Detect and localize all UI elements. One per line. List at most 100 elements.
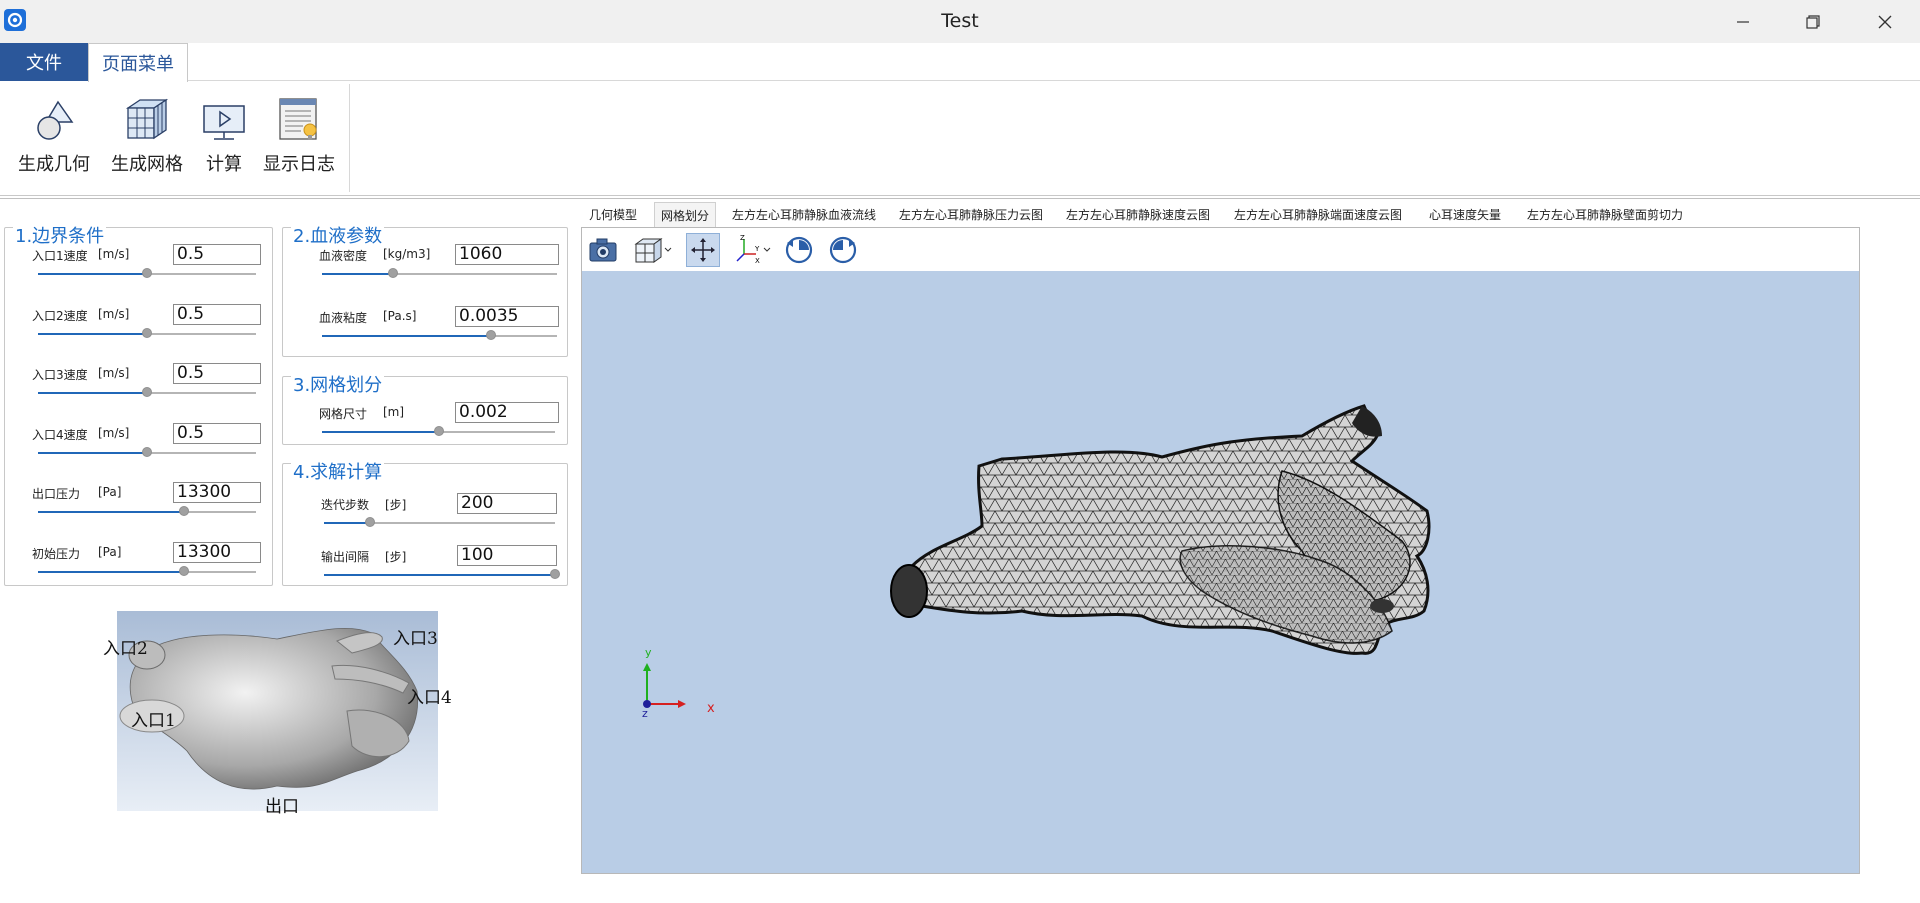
param-label: 入口1速度	[32, 249, 88, 263]
compute-button[interactable]: 计算	[202, 92, 246, 176]
param-slider[interactable]	[38, 506, 256, 516]
param-unit: [Pa]	[98, 544, 122, 559]
slider-knob[interactable]	[142, 387, 152, 397]
slider-knob[interactable]	[550, 569, 560, 579]
menu-bar: 文件 页面菜单	[0, 43, 1920, 82]
param-slider[interactable]	[38, 565, 256, 576]
geometry-icon	[32, 92, 76, 142]
axis-label-x: x	[707, 701, 715, 716]
ribbon: 生成几何 生成网格 计算 显示日志	[0, 82, 1920, 196]
menu-page[interactable]: 页面菜单	[88, 43, 188, 82]
param-value-input[interactable]: 1060	[455, 244, 559, 265]
axes-dropdown[interactable]: Z YX	[730, 233, 774, 267]
param-value-input[interactable]: 13300	[173, 541, 261, 563]
label-inlet3: 入口3	[393, 629, 438, 649]
pan-button[interactable]	[686, 233, 720, 267]
boundary-conditions-group: 1.边界条件	[4, 222, 273, 586]
slider-knob[interactable]	[142, 446, 152, 457]
param-label: 入口2速度	[32, 308, 88, 323]
param-label: 入口4速度	[32, 427, 88, 442]
tab-pressure[interactable]: 左方左心耳肺静脉压力云图	[896, 202, 1046, 227]
ribbon-label: 显示日志	[263, 154, 335, 175]
solve-group: 4.求解计算	[282, 458, 568, 586]
tab-mesh[interactable]: 网格划分	[654, 202, 716, 227]
tab-geometry-model[interactable]: 几何模型	[584, 202, 642, 227]
restore-button[interactable]	[1778, 0, 1848, 43]
rotate-ccw-button[interactable]	[826, 233, 860, 267]
param-slider[interactable]	[322, 268, 557, 278]
rotate-cw-button[interactable]	[782, 233, 816, 267]
param-value-input[interactable]: 0.5	[173, 363, 261, 384]
rotate-ccw-icon	[829, 236, 857, 264]
axis-label-y: y	[645, 646, 652, 659]
minimize-button[interactable]	[1708, 0, 1778, 43]
slider-fill	[38, 451, 147, 454]
param-value-input[interactable]: 100	[457, 545, 557, 566]
generate-geometry-button[interactable]: 生成几何	[18, 92, 90, 176]
slider-fill	[38, 273, 147, 275]
param-slider[interactable]	[38, 268, 256, 278]
param-unit: [m/s]	[98, 425, 130, 440]
group-title: 1.边界条件	[13, 222, 107, 248]
param-unit: [m]	[383, 405, 405, 419]
show-log-button[interactable]: 显示日志	[263, 92, 335, 176]
divider	[0, 198, 1920, 199]
param-value-input[interactable]: 0.002	[455, 402, 559, 423]
screenshot-button[interactable]	[586, 233, 620, 267]
camera-icon	[589, 238, 617, 262]
tab-section-velocity[interactable]: 左方左心耳肺静脉端面速度云图	[1230, 202, 1406, 227]
slider-fill	[38, 511, 185, 513]
param-value-input[interactable]: 0.0035	[455, 306, 559, 327]
label-inlet1: 入口1	[131, 711, 176, 731]
param-unit: [m/s]	[98, 306, 130, 321]
mesh-cube-icon	[124, 92, 170, 142]
param-slider[interactable]	[38, 446, 256, 457]
tab-wall-shear[interactable]: 左方左心耳肺静脉壁面剪切力	[1523, 202, 1687, 227]
slider-fill	[38, 570, 185, 573]
param-slider[interactable]	[324, 517, 555, 527]
slider-knob[interactable]	[387, 268, 398, 278]
slider-fill	[324, 574, 555, 576]
param-unit: [m/s]	[98, 247, 130, 261]
param-unit: [Pa]	[98, 485, 122, 499]
slider-fill	[38, 392, 147, 394]
label-inlet4: 入口4	[407, 688, 452, 708]
param-value-input[interactable]: 0.5	[173, 244, 261, 265]
3d-viewport[interactable]: y x z	[582, 271, 1859, 873]
param-slider[interactable]	[322, 330, 557, 340]
param-slider[interactable]	[38, 387, 256, 397]
slider-knob[interactable]	[179, 506, 190, 516]
tab-velocity-vector[interactable]: 心耳速度矢量	[1422, 202, 1508, 227]
generate-mesh-button[interactable]: 生成网格	[111, 92, 183, 176]
svg-text:Z: Z	[740, 234, 745, 242]
mesh-model	[643, 404, 1431, 708]
3d-viewer: ZYX y x z	[581, 227, 1860, 874]
tab-velocity[interactable]: 左方左心耳肺静脉速度云图	[1063, 202, 1213, 227]
param-label: 入口3速度	[32, 368, 88, 382]
axis-label-z: z	[642, 707, 648, 720]
slider-knob[interactable]	[142, 327, 152, 338]
param-label: 迭代步数	[321, 498, 370, 512]
slider-knob[interactable]	[142, 268, 152, 278]
menu-file[interactable]: 文件	[0, 43, 88, 81]
group-title: 2.血液参数	[291, 222, 385, 248]
param-value-input[interactable]: 13300	[173, 482, 261, 503]
param-value-input[interactable]: 0.5	[173, 303, 261, 325]
param-unit: [kg/m3]	[383, 247, 431, 261]
param-slider[interactable]	[322, 426, 555, 436]
view-cube-dropdown[interactable]	[630, 233, 676, 267]
param-slider[interactable]	[324, 569, 560, 579]
slider-fill	[322, 431, 439, 433]
compute-monitor-icon	[202, 92, 246, 142]
slider-knob[interactable]	[433, 426, 444, 436]
ribbon-separator	[349, 84, 350, 192]
close-button[interactable]	[1850, 0, 1920, 43]
title-bar: Test	[0, 0, 1920, 43]
param-value-input[interactable]: 200	[457, 493, 557, 514]
slider-fill	[322, 335, 492, 337]
param-value-input[interactable]: 0.5	[173, 422, 261, 444]
tab-streamlines[interactable]: 左方左心耳肺静脉血液流线	[729, 202, 879, 227]
slider-knob[interactable]	[179, 565, 190, 576]
param-slider[interactable]	[38, 327, 256, 338]
window-title: Test	[941, 10, 979, 32]
